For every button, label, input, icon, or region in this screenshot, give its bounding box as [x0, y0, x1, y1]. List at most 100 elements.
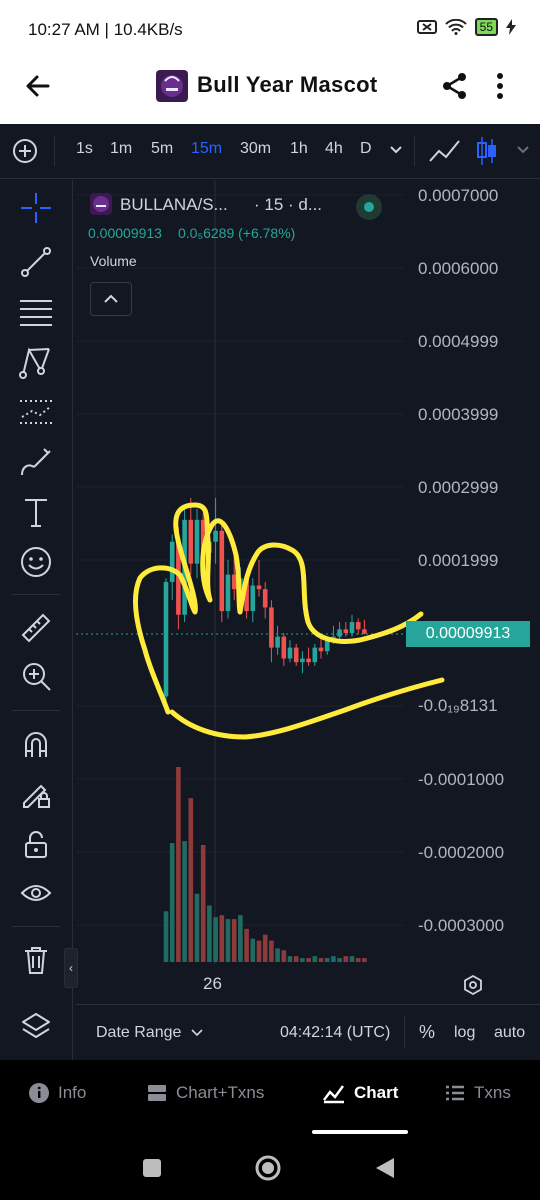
candle-body — [169, 541, 175, 582]
volume-bar — [200, 845, 206, 962]
prediction-tool[interactable] — [16, 392, 56, 432]
pattern-icon — [19, 347, 50, 379]
date-range-button[interactable]: Date Range — [96, 1024, 203, 1042]
trend-line-tool[interactable] — [16, 242, 56, 282]
tab-chart-txns[interactable]: Chart+Txns — [146, 1082, 264, 1104]
volume-bar — [275, 948, 280, 962]
share-icon[interactable] — [440, 71, 470, 101]
volume-bar — [306, 958, 311, 962]
volume-bar — [281, 950, 287, 962]
volume-bar — [293, 956, 299, 962]
page-title: Bull Year Mascot — [197, 72, 378, 97]
tab-chart[interactable]: Chart — [322, 1082, 398, 1104]
chart-settings-icon[interactable] — [462, 974, 484, 996]
volume-bar — [312, 956, 318, 962]
tab-timeframe-1m[interactable]: 1m — [110, 140, 132, 158]
home-icon[interactable] — [254, 1154, 282, 1182]
candle-body — [293, 647, 299, 663]
tab-timeframe-5m[interactable]: 5m — [151, 140, 173, 158]
y-axis-label: -0.0001000 — [418, 770, 505, 789]
lock-all-tool[interactable] — [16, 824, 56, 864]
back-arrow-icon[interactable] — [22, 70, 54, 102]
indicators-icon[interactable] — [428, 137, 462, 165]
magnet-tool[interactable] — [16, 724, 56, 764]
candle-body — [362, 629, 367, 634]
tab-timeframe-15m[interactable]: 15m — [191, 140, 222, 158]
text-icon — [25, 499, 47, 527]
volume-bar — [213, 917, 218, 962]
tab-timeframe-1s[interactable]: 1s — [76, 140, 93, 158]
chevron-down-icon — [191, 1029, 203, 1037]
tab-timeframe-d[interactable]: D — [360, 140, 372, 158]
date-range-label: Date Range — [96, 1024, 182, 1041]
percent-scale-toggle[interactable]: % — [419, 1022, 435, 1043]
volume-label: Volume — [90, 253, 137, 269]
market-status-dot[interactable] — [356, 194, 382, 220]
candle-body — [337, 629, 342, 637]
crosshair-tool[interactable] — [16, 188, 56, 228]
hand-drawing-annotation — [133, 502, 445, 740]
y-axis-label: -0.0003000 — [418, 916, 505, 935]
recents-icon[interactable] — [141, 1157, 163, 1179]
y-axis-label: 0.0001999 — [418, 551, 499, 570]
chevron-down-icon[interactable] — [389, 145, 403, 155]
tab-timeframe-4h[interactable]: 4h — [325, 140, 343, 158]
zoom-in-tool[interactable] — [16, 656, 56, 696]
collapse-legend-button[interactable] — [90, 282, 132, 316]
tab-timeframe-30m[interactable]: 30m — [240, 140, 271, 158]
prediction-icon — [20, 400, 52, 424]
more-vert-icon[interactable] — [488, 72, 512, 100]
volume-bar — [231, 919, 237, 962]
emoji-tool[interactable] — [16, 542, 56, 582]
log-scale-toggle[interactable]: log — [454, 1024, 475, 1042]
no-sim-icon — [416, 20, 437, 34]
volume-bar — [188, 798, 194, 962]
add-symbol-icon[interactable] — [12, 138, 38, 164]
status-bar: 10:27 AM | 10.4KB/s 55 — [0, 0, 540, 48]
tab-timeframe-1h[interactable]: 1h — [290, 140, 308, 158]
candle-body — [306, 658, 311, 663]
toolbar-divider — [12, 594, 60, 595]
ruler-tool[interactable] — [16, 608, 56, 648]
back-nav-icon[interactable] — [374, 1156, 396, 1180]
candle-body — [281, 636, 287, 659]
volume-bar — [169, 843, 175, 962]
chevron-up-icon — [104, 294, 118, 303]
tab-info[interactable]: Info — [28, 1082, 86, 1104]
volume-bar — [331, 956, 336, 962]
volume-bar — [324, 958, 330, 962]
candle-body — [269, 607, 274, 648]
brush-tool[interactable] — [16, 442, 56, 482]
token-logo — [156, 70, 188, 102]
symbol-name[interactable]: BULLANA/S... — [120, 195, 228, 215]
y-axis-label: 0.0006000 — [418, 259, 499, 278]
candle-type-icon[interactable] — [476, 135, 498, 167]
y-axis-label: 0.0002999 — [418, 478, 499, 497]
remove-drawings-tool[interactable] — [16, 940, 56, 980]
volume-bar — [318, 958, 324, 962]
toolbar-divider — [414, 136, 415, 166]
volume-bar — [300, 958, 305, 962]
auto-scale-toggle[interactable]: auto — [494, 1024, 525, 1042]
app-bar: Bull Year Mascot — [0, 48, 540, 124]
pattern-tool[interactable] — [16, 342, 56, 382]
layers-tool[interactable] — [16, 1006, 56, 1046]
list-icon — [446, 1085, 464, 1101]
candle-body — [300, 658, 305, 663]
lock-drawing-tool[interactable] — [16, 774, 56, 814]
y-axis-label: -0.0₁₉8131 — [418, 696, 498, 715]
candle-body — [343, 629, 349, 633]
unlock-icon — [25, 831, 47, 858]
chevron-down-icon[interactable] — [516, 145, 530, 155]
hide-drawings-tool[interactable] — [16, 874, 56, 914]
utc-time[interactable]: 04:42:14 (UTC) — [280, 1024, 390, 1042]
text-tool[interactable] — [16, 492, 56, 532]
volume-bar — [238, 915, 243, 962]
fib-retracement-tool[interactable] — [16, 292, 56, 332]
fib-retracement-icon — [20, 300, 52, 326]
volume-bar — [349, 956, 355, 962]
volume-bar — [182, 841, 187, 962]
volume-bar — [225, 919, 231, 962]
tab-txns[interactable]: Txns — [444, 1082, 511, 1104]
volume-bars — [163, 767, 367, 962]
